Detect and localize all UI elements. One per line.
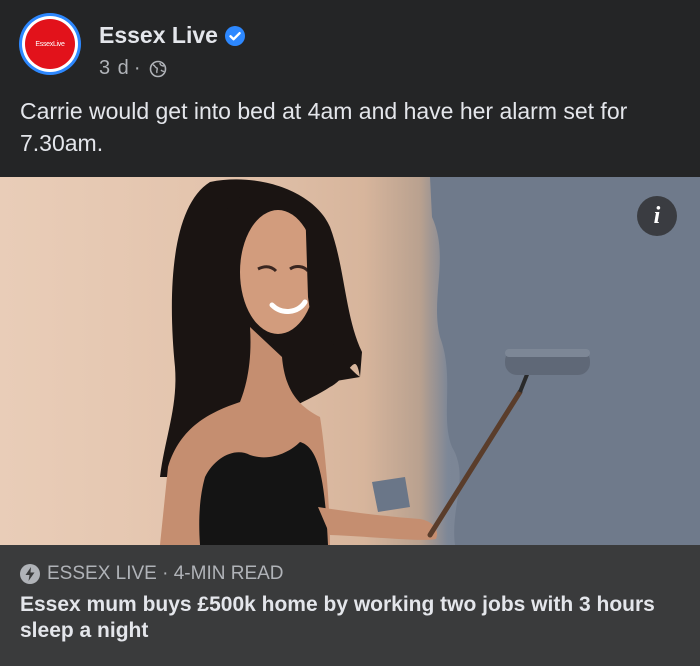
meta-separator: · bbox=[133, 57, 142, 79]
post-meta: 3 d · bbox=[99, 57, 167, 80]
link-title[interactable]: Essex mum buys £500k home by working two… bbox=[20, 592, 680, 644]
avatar-logo-text: EssexLive bbox=[35, 40, 65, 48]
essex-live-logo: EssexLive bbox=[25, 19, 75, 69]
globe-icon[interactable] bbox=[149, 60, 167, 78]
lightning-bolt-icon bbox=[20, 564, 40, 584]
page-name-label[interactable]: Essex Live bbox=[99, 22, 218, 49]
avatar[interactable]: EssexLive bbox=[19, 13, 81, 75]
woman-painting-wall-illustration bbox=[160, 177, 700, 545]
link-source-row: ESSEX LIVE · 4-MIN READ bbox=[20, 563, 284, 585]
post-header: EssexLive Essex Live 3 d · bbox=[0, 0, 700, 90]
post-text: Carrie would get into bed at 4am and hav… bbox=[20, 98, 628, 156]
info-icon: i bbox=[653, 202, 661, 229]
link-preview-card[interactable]: ESSEX LIVE · 4-MIN READ Essex mum buys £… bbox=[0, 545, 700, 666]
post-timestamp[interactable]: 3 d bbox=[99, 57, 130, 80]
avatar-border: EssexLive bbox=[22, 16, 78, 72]
link-source: ESSEX LIVE · 4-MIN READ bbox=[47, 563, 284, 584]
page-name[interactable]: Essex Live bbox=[99, 22, 245, 49]
info-button[interactable]: i bbox=[637, 196, 677, 236]
post-image[interactable] bbox=[0, 177, 700, 545]
verified-badge-icon bbox=[224, 25, 245, 46]
